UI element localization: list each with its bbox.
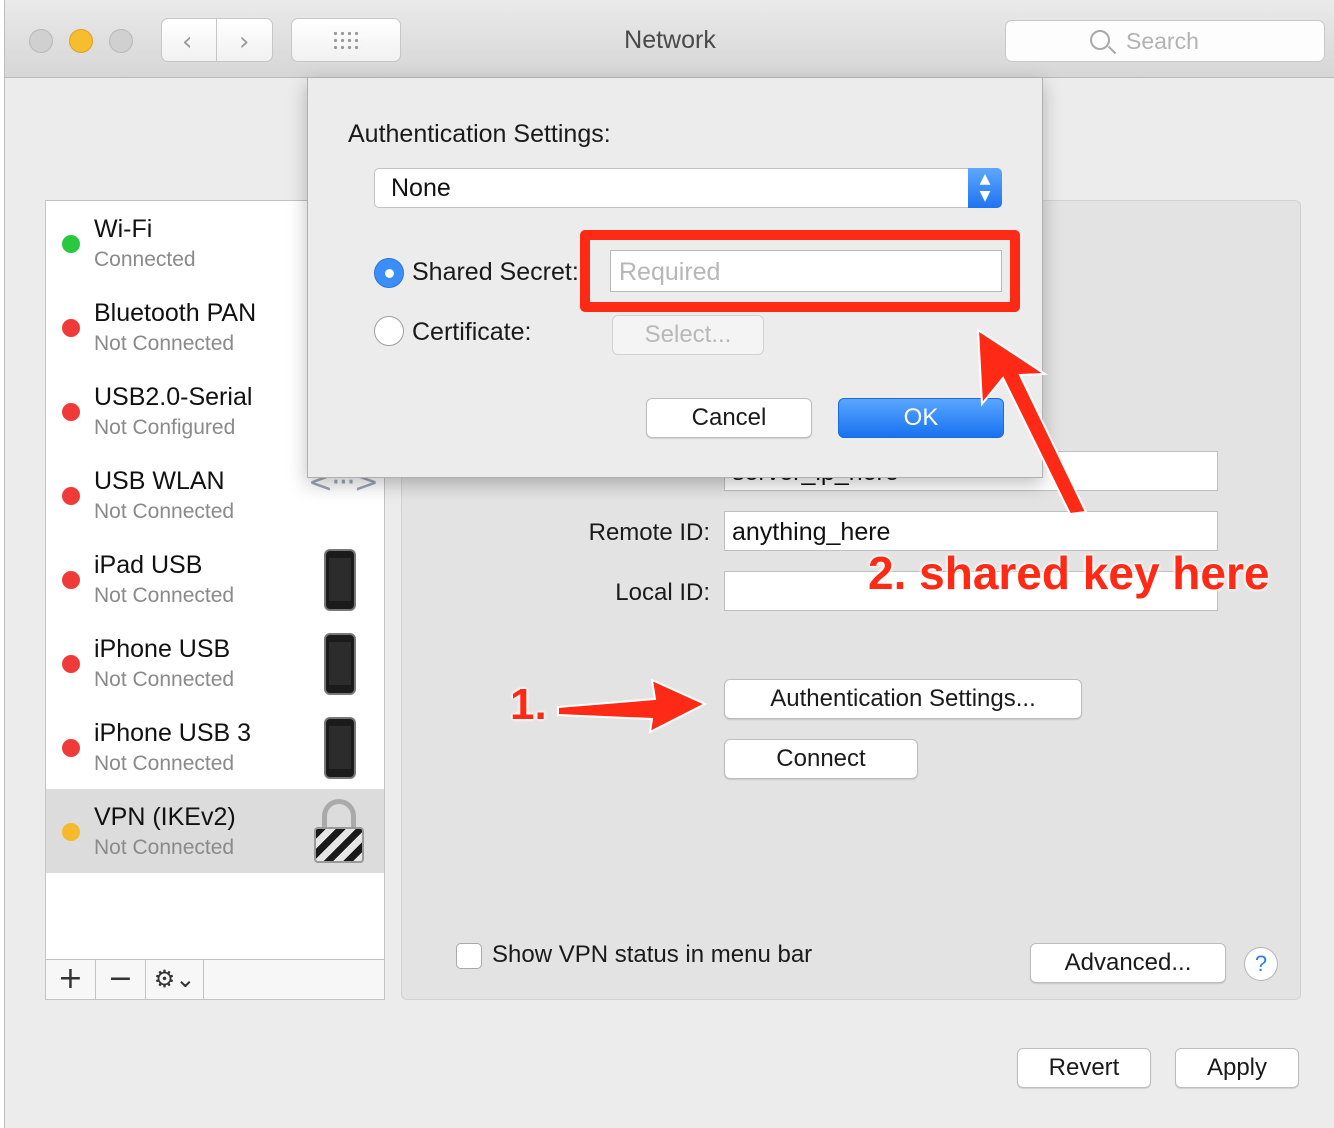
annotation-arrow-1 [557, 678, 708, 734]
annotation-arrow-2 [976, 328, 1088, 516]
annotation-step-2: 2. shared key here [868, 547, 1270, 599]
annotation-step-1: 1. [510, 680, 547, 729]
